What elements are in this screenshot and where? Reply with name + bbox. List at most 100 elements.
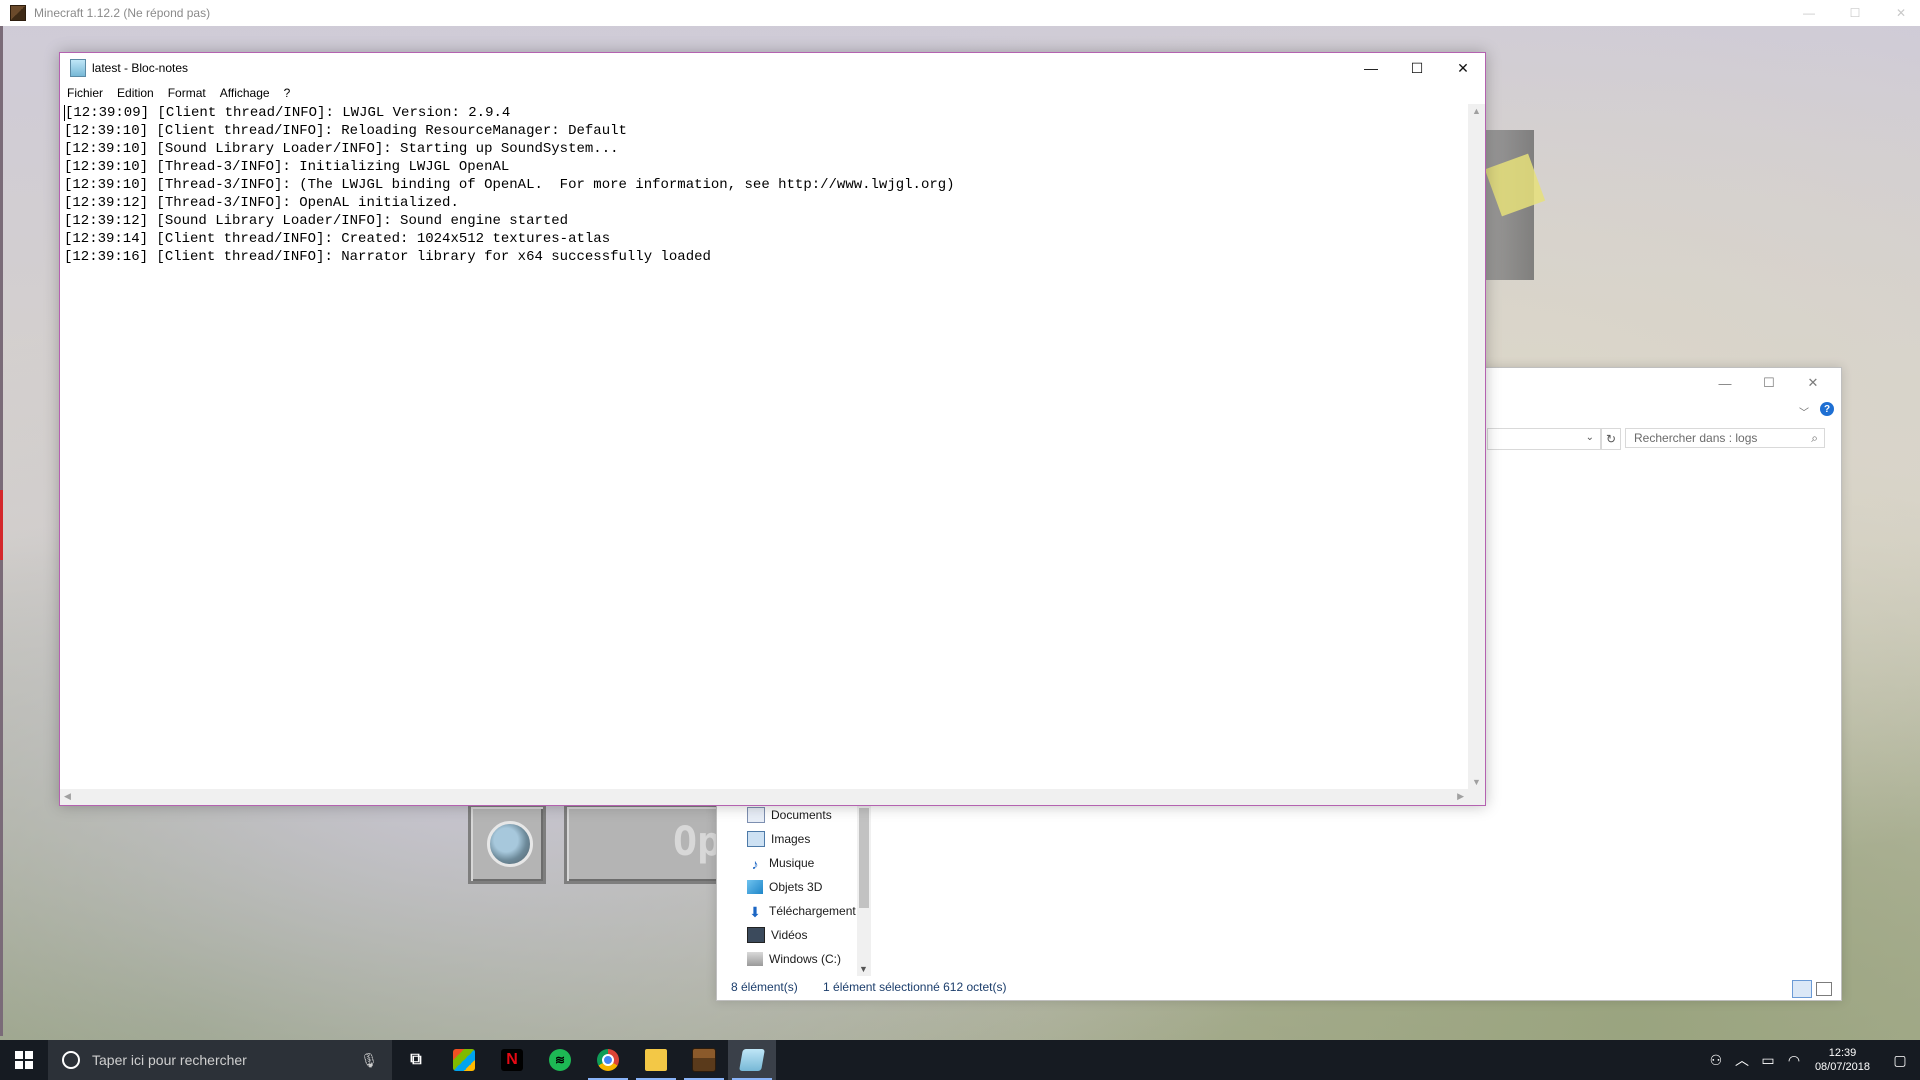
clock[interactable]: 12:39 08/07/2018 [1815, 1046, 1870, 1074]
maximize-button[interactable]: ☐ [1832, 0, 1878, 26]
taskbar-notepad[interactable] [728, 1040, 776, 1080]
text-line: [12:39:09] [Client thread/INFO]: LWJGL V… [65, 105, 511, 121]
vertical-scrollbar[interactable]: ▲ ▼ [1468, 104, 1485, 789]
nav-item-music[interactable]: ♪ Musique [747, 852, 815, 874]
taskbar-search[interactable]: Taper ici pour rechercher 🎙 [48, 1040, 392, 1080]
search-input[interactable]: Rechercher dans : logs ⌕ [1625, 428, 1825, 448]
nav-item-label: Images [771, 832, 811, 846]
notepad-window[interactable]: latest - Bloc-notes — ☐ ✕ Fichier Editio… [59, 52, 1486, 806]
notification-icon[interactable]: ▢ [1880, 1052, 1920, 1069]
video-icon [747, 927, 765, 943]
chevron-up-icon[interactable]: ︿ [1729, 1050, 1755, 1070]
nav-item-label: Vidéos [771, 928, 808, 942]
clock-time: 12:39 [1828, 1047, 1857, 1059]
nav-item-images[interactable]: Images [747, 828, 810, 850]
selection-info: 1 élément sélectionné 612 octet(s) [823, 980, 1007, 994]
images-icon [747, 831, 765, 847]
nav-item-videos[interactable]: Vidéos [747, 924, 807, 946]
scroll-down-arrow-icon[interactable]: ▼ [1472, 777, 1481, 787]
taskbar-store[interactable] [440, 1040, 488, 1080]
resize-grip[interactable] [1468, 789, 1485, 805]
notepad-titlebar[interactable]: latest - Bloc-notes — ☐ ✕ [60, 53, 1485, 83]
task-view-icon: ⧉ [410, 1051, 422, 1068]
scroll-right-arrow-icon[interactable]: ▶ [1457, 791, 1464, 802]
minecraft-titlebar[interactable]: Minecraft 1.12.2 (Ne répond pas) — ☐ ✕ [0, 0, 1920, 26]
chevron-down-icon[interactable]: ⌄ [1586, 432, 1594, 443]
download-arrow-icon: ⬇ [749, 904, 761, 920]
text-line: [12:39:16] [Client thread/INFO]: Narrato… [64, 249, 711, 265]
refresh-button[interactable]: ↻ [1601, 428, 1621, 450]
notepad-icon [739, 1049, 765, 1071]
scroll-down-arrow-icon[interactable]: ▼ [859, 964, 868, 974]
options-button-label: Op [673, 819, 722, 865]
details-view-button[interactable] [1792, 980, 1812, 998]
search-placeholder: Rechercher dans : logs [1634, 431, 1758, 445]
nav-item-label: Musique [769, 856, 815, 870]
task-view-button[interactable]: ⧉ [392, 1040, 440, 1080]
menu-view[interactable]: Affichage [213, 86, 277, 100]
menu-format[interactable]: Format [161, 86, 213, 100]
wifi-icon[interactable]: ◠ [1781, 1052, 1807, 1069]
navigation-scrollbar[interactable]: ▼ [857, 804, 871, 976]
taskbar-minecraft[interactable] [680, 1040, 728, 1080]
menu-edit[interactable]: Edition [110, 86, 161, 100]
options-button[interactable]: Op [564, 804, 730, 884]
text-editor[interactable]: [12:39:09] [Client thread/INFO]: LWJGL V… [64, 104, 1464, 789]
notepad-icon [70, 59, 86, 77]
cube-icon [747, 880, 763, 894]
text-line: [12:39:10] [Sound Library Loader/INFO]: … [64, 141, 619, 157]
ribbon-expand-icon[interactable]: ﹀ [1799, 404, 1809, 419]
nav-item-downloads[interactable]: ⬇ Téléchargement [747, 900, 856, 922]
cortana-icon [62, 1051, 80, 1069]
drive-icon [747, 952, 763, 966]
people-icon[interactable]: ⚇ [1703, 1052, 1729, 1069]
nav-item-label: Documents [771, 808, 832, 822]
text-line: [12:39:12] [Thread-3/INFO]: OpenAL initi… [64, 195, 459, 211]
scroll-up-arrow-icon[interactable]: ▲ [1472, 106, 1481, 116]
minecraft-icon [692, 1048, 716, 1072]
nav-item-documents[interactable]: Documents [747, 804, 832, 826]
nav-item-label: Téléchargement [769, 904, 856, 918]
notepad-maximize-button[interactable]: ☐ [1394, 53, 1440, 83]
status-bar: 8 élément(s) 1 élément sélectionné 612 o… [731, 980, 1029, 994]
minimize-button[interactable]: — [1786, 0, 1832, 26]
taskbar-netflix[interactable]: N [488, 1040, 536, 1080]
menu-help[interactable]: ? [277, 86, 298, 100]
taskbar-search-placeholder: Taper ici pour rechercher [92, 1052, 247, 1068]
help-icon[interactable]: ? [1820, 402, 1834, 416]
taskbar-spotify[interactable]: ≋ [536, 1040, 584, 1080]
explorer-minimize-button[interactable]: — [1703, 368, 1747, 398]
netflix-icon: N [501, 1049, 523, 1071]
text-line: [12:39:10] [Thread-3/INFO]: Initializing… [64, 159, 510, 175]
globe-icon [487, 821, 533, 867]
horizontal-scrollbar[interactable]: ◀ ▶ [60, 789, 1468, 805]
nav-item-3d-objects[interactable]: Objets 3D [747, 876, 822, 898]
notepad-close-button[interactable]: ✕ [1440, 53, 1486, 83]
explorer-maximize-button[interactable]: ☐ [1747, 368, 1791, 398]
menu-file[interactable]: Fichier [60, 86, 110, 100]
nav-item-label: Windows (C:) [769, 952, 842, 966]
microphone-icon[interactable]: 🎙 [360, 1052, 378, 1069]
windows-icon [15, 1051, 33, 1069]
large-icons-view-button[interactable] [1816, 982, 1832, 996]
search-icon: ⌕ [1811, 431, 1818, 445]
text-line: [12:39:10] [Client thread/INFO]: Reloadi… [64, 123, 627, 139]
nav-item-windows-c[interactable]: Windows (C:) [747, 948, 841, 970]
minecraft-window-title: Minecraft 1.12.2 (Ne répond pas) [34, 6, 211, 20]
scroll-left-arrow-icon[interactable]: ◀ [64, 791, 71, 802]
explorer-close-button[interactable]: ✕ [1791, 368, 1835, 398]
battery-icon[interactable]: ▭ [1755, 1052, 1781, 1069]
notepad-title: latest - Bloc-notes [92, 61, 189, 75]
scrollbar-thumb[interactable] [859, 808, 869, 908]
close-button[interactable]: ✕ [1878, 0, 1920, 26]
nav-item-label: Objets 3D [769, 880, 823, 894]
folder-icon [645, 1049, 667, 1071]
notepad-minimize-button[interactable]: — [1348, 53, 1394, 83]
start-button[interactable] [0, 1040, 48, 1080]
language-button[interactable] [468, 804, 546, 884]
menu-bar: Fichier Edition Format Affichage ? [60, 83, 1485, 103]
documents-icon [747, 807, 765, 823]
taskbar-chrome[interactable] [584, 1040, 632, 1080]
address-bar[interactable]: ⌄ [1487, 428, 1601, 450]
taskbar-file-explorer[interactable] [632, 1040, 680, 1080]
